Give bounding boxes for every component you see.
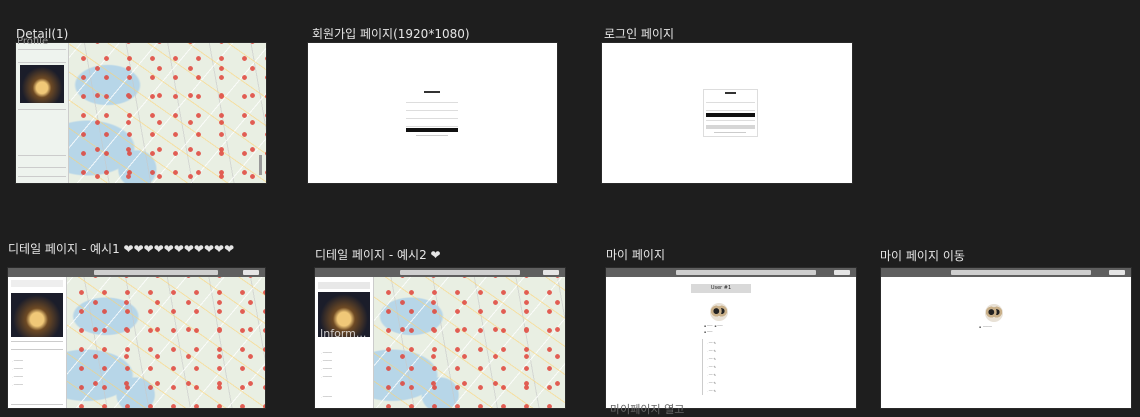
user-title: User #1 <box>691 284 751 293</box>
map[interactable] <box>66 277 265 408</box>
browser-toolbar <box>881 268 1131 277</box>
place-photo <box>20 65 64 103</box>
address-bar[interactable] <box>94 270 218 275</box>
login-form <box>703 89 758 137</box>
browser-toolbar <box>315 268 565 277</box>
signup-form <box>406 91 458 137</box>
browser-toolbar <box>8 268 265 277</box>
browser-toolbar <box>606 268 856 277</box>
frame-login[interactable] <box>602 43 852 183</box>
signup-input-1[interactable] <box>406 97 458 103</box>
frame-label-mypage-move[interactable]: 마이 페이지 이동 <box>880 249 965 263</box>
address-bar[interactable] <box>676 270 816 275</box>
frame-detail-ex1[interactable]: · ───── · ───── · ───── · ───── <box>8 268 265 408</box>
address-bar[interactable] <box>951 270 1091 275</box>
social-login-button[interactable] <box>706 125 755 129</box>
signup-button[interactable] <box>406 128 458 132</box>
map[interactable] <box>373 277 565 408</box>
frame-label-mypage[interactable]: 마이 페이지 <box>606 248 665 262</box>
signup-input-3[interactable] <box>406 113 458 119</box>
avatar <box>985 304 1003 322</box>
place-photo <box>11 293 63 337</box>
side-panel: · ───── · ───── · ───── · ───── · ───── <box>315 277 374 408</box>
frame-detail1[interactable] <box>16 43 266 183</box>
login-button[interactable] <box>706 113 755 117</box>
frame-mypage[interactable]: User #1 ▪ ─── ▪ ─── ▪ ─── · ── ✎ · ── ✎ … <box>606 268 856 408</box>
frame-signup[interactable] <box>308 43 557 183</box>
signup-input-4[interactable] <box>406 121 458 127</box>
frame-label-detail-ex1[interactable]: 디테일 페이지 - 예시1 ❤❤❤❤❤❤❤❤❤❤❤ <box>8 242 234 256</box>
map[interactable] <box>68 43 266 183</box>
address-bar[interactable] <box>400 270 520 275</box>
side-panel: · ───── · ───── · ───── · ───── <box>8 277 67 408</box>
inform-overlay-label: Inform... <box>320 327 367 340</box>
login-password-input[interactable] <box>706 105 755 111</box>
frame-label-signup[interactable]: 회원가입 페이지(1920*1080) <box>312 27 470 41</box>
profile-overlay-label: Profile <box>17 36 49 47</box>
frame-label-login[interactable]: 로그인 페이지 <box>604 27 674 41</box>
side-panel <box>16 43 69 183</box>
frame-label-detail-ex2[interactable]: 디테일 페이지 - 예시2 ❤ <box>315 248 441 262</box>
signup-input-2[interactable] <box>406 105 458 111</box>
avatar <box>710 303 728 321</box>
login-id-input[interactable] <box>706 97 755 103</box>
frame-mypage-move[interactable]: ▪ ───── <box>881 268 1131 408</box>
mypage-bottom-label: 마이페이지 열고 <box>610 403 685 416</box>
